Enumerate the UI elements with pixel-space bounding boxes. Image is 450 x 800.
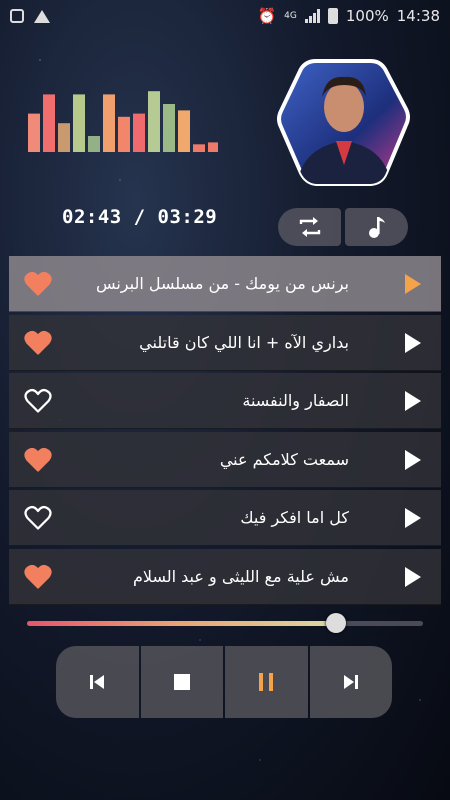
song-row[interactable]: كل اما افكر فيك	[9, 490, 441, 547]
stop-icon	[173, 674, 190, 690]
pause-button[interactable]	[225, 646, 308, 718]
equalizer-bar	[133, 113, 145, 152]
play-icon[interactable]	[405, 566, 421, 587]
equalizer-bar	[58, 123, 70, 152]
drive-icon	[34, 9, 50, 23]
playback-controls	[56, 646, 392, 718]
network-type: 4G	[284, 10, 297, 21]
equalizer-visualizer	[28, 91, 218, 152]
equalizer-bar	[178, 110, 190, 152]
battery-level: 100%	[345, 7, 389, 25]
heart-filled-icon[interactable]	[23, 270, 53, 298]
equalizer-bar	[103, 94, 115, 152]
repeat-icon	[299, 217, 320, 237]
heart-filled-icon[interactable]	[23, 446, 53, 474]
total-duration: 03:29	[157, 206, 218, 228]
play-icon[interactable]	[405, 508, 421, 529]
alarm-icon: ⏰	[257, 7, 277, 25]
equalizer-bar	[118, 116, 130, 152]
equalizer-bar	[208, 142, 218, 152]
song-row[interactable]: بداري الآه + انا اللي كان قاتلني	[9, 314, 441, 371]
song-title: الصفار والنفسنة	[242, 391, 349, 411]
equalizer-bar	[28, 113, 40, 152]
signal-icon	[304, 9, 320, 23]
song-title: بداري الآه + انا اللي كان قاتلني	[139, 332, 349, 352]
equalizer-bar	[148, 91, 160, 152]
music-note-button[interactable]	[345, 208, 408, 246]
seek-bar[interactable]	[27, 613, 423, 633]
equalizer-bar	[193, 144, 205, 152]
artist-avatar	[277, 59, 410, 186]
skip-next-icon	[343, 675, 358, 689]
song-title: برنس من يومك - من مسلسل البرنس	[95, 274, 349, 293]
seek-thumb[interactable]	[325, 613, 346, 633]
skip-previous-icon	[90, 675, 105, 689]
pause-icon	[259, 673, 274, 691]
song-row[interactable]: مش علية مع الليثى و عبد السلام	[9, 548, 441, 605]
equalizer-bar	[43, 94, 55, 152]
heart-outline-icon[interactable]	[23, 387, 53, 415]
equalizer-bar	[163, 104, 175, 152]
song-title: سمعت كلامكم عني	[219, 449, 349, 469]
song-list: برنس من يومك - من مسلسل البرنس بداري الآه…	[9, 256, 441, 608]
previous-button[interactable]	[56, 646, 139, 718]
equalizer-bar	[73, 94, 85, 152]
heart-filled-icon[interactable]	[23, 329, 53, 357]
repeat-button[interactable]	[278, 208, 341, 246]
stop-button[interactable]	[140, 646, 223, 718]
time-separator: /	[121, 206, 158, 228]
song-title: مش علية مع الليثى و عبد السلام	[133, 566, 349, 586]
song-row[interactable]: سمعت كلامكم عني	[9, 431, 441, 488]
elapsed-time: 02:43	[62, 206, 122, 228]
status-bar: ⏰ 4G 100% 14:38	[0, 0, 450, 32]
play-icon[interactable]	[405, 274, 421, 294]
play-icon[interactable]	[405, 449, 421, 470]
song-row[interactable]: الصفار والنفسنة	[9, 373, 441, 430]
next-button[interactable]	[309, 646, 392, 718]
playback-time: 02:43 / 03:29	[62, 206, 217, 228]
seek-progress	[27, 621, 336, 626]
mode-button-group	[278, 208, 408, 246]
gallery-icon	[10, 9, 24, 23]
heart-outline-icon[interactable]	[23, 504, 53, 532]
music-note-icon	[368, 217, 385, 238]
status-time: 14:38	[396, 7, 440, 25]
play-icon[interactable]	[405, 391, 421, 412]
song-row[interactable]: برنس من يومك - من مسلسل البرنس	[9, 256, 441, 312]
equalizer-bar	[88, 136, 100, 152]
battery-icon	[327, 8, 338, 24]
song-title: كل اما افكر فيك	[240, 508, 349, 528]
play-icon[interactable]	[405, 332, 421, 353]
heart-filled-icon[interactable]	[23, 563, 53, 591]
